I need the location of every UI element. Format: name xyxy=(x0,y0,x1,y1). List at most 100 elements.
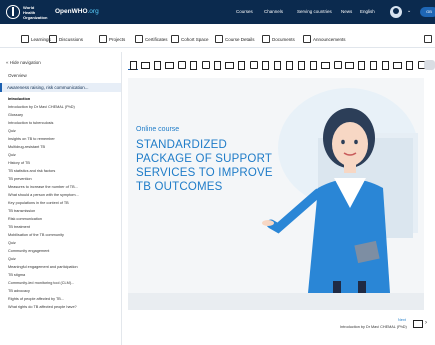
lesson-item[interactable]: TB advocacy xyxy=(8,287,118,295)
tab-cohort-label: Cohort Space xyxy=(181,36,209,42)
info-icon xyxy=(215,35,223,43)
quiz-item-icon[interactable] xyxy=(200,60,210,70)
language-selector[interactable]: English xyxy=(360,9,375,14)
text-item-icon[interactable] xyxy=(404,60,414,70)
chevron-right-icon[interactable]: › xyxy=(425,320,427,326)
video-icon[interactable] xyxy=(413,320,423,328)
lesson-item[interactable]: History of TB xyxy=(8,159,118,167)
tab-projects[interactable]: Projects xyxy=(99,34,125,44)
video-item-icon[interactable] xyxy=(140,60,150,70)
slide-title: Standardized package of support services… xyxy=(136,139,273,193)
site-title[interactable]: OpenWHO.org xyxy=(55,8,99,15)
lesson-item[interactable]: Risk communication xyxy=(8,215,118,223)
tab-cohort-space[interactable]: Cohort Space xyxy=(171,34,209,44)
text-item-icon[interactable] xyxy=(212,60,222,70)
tab-discussions[interactable]: Discussions xyxy=(49,34,83,44)
lesson-item[interactable]: Key populations in the context of TB xyxy=(8,199,118,207)
text-item-icon[interactable] xyxy=(368,60,378,70)
text-item-icon[interactable] xyxy=(236,60,246,70)
next-item-title[interactable]: Introduction by Dr Mavi CHEMAL (PhD) xyxy=(340,325,407,329)
lesson-item[interactable]: TB stigma xyxy=(8,271,118,279)
chevron-down-icon[interactable]: ⌄ xyxy=(407,8,411,14)
lesson-item[interactable]: TB prevention xyxy=(8,175,118,183)
lesson-item[interactable]: Multidrug-resistant TB xyxy=(8,143,118,151)
who-logo-icon[interactable] xyxy=(6,5,20,19)
toolbar-menu-icon[interactable] xyxy=(424,35,432,43)
lesson-item[interactable]: Introduction by Dr Mavi CHEMAL (PhD) xyxy=(8,103,118,111)
text-item-icon[interactable] xyxy=(380,60,390,70)
sidebar-section-header[interactable]: Awareness raising, risk communication... xyxy=(0,83,121,92)
slide-footer-band xyxy=(128,293,424,310)
tab-learnings-label: Learnings xyxy=(31,36,51,42)
site-name: OpenWHO xyxy=(55,8,88,15)
pager-scroll-right-button[interactable] xyxy=(424,60,435,70)
tab-course-details[interactable]: Course Details xyxy=(215,34,255,44)
lesson-item[interactable]: Glossary xyxy=(8,111,118,119)
lesson-item[interactable]: Quiz xyxy=(8,127,118,135)
lesson-list: Introduction Introduction by Dr Mavi CHEM… xyxy=(8,95,118,311)
text-item-icon[interactable] xyxy=(308,60,318,70)
lesson-item[interactable]: Quiz xyxy=(8,151,118,159)
tab-certificates-label: Certificates xyxy=(145,36,168,42)
video-item-icon[interactable] xyxy=(224,60,234,70)
text-item-icon[interactable] xyxy=(284,60,294,70)
lesson-item[interactable]: TB transmission xyxy=(8,207,118,215)
hide-navigation-label: Hide navigation xyxy=(9,60,41,65)
lesson-item[interactable]: Community engagement xyxy=(8,247,118,255)
text-item-icon[interactable] xyxy=(188,60,198,70)
next-label[interactable]: Next xyxy=(398,318,406,322)
site-suffix: .org xyxy=(87,8,99,15)
lesson-item[interactable]: What rights do TB affected people have? xyxy=(8,303,118,311)
video-item-icon[interactable] xyxy=(164,60,174,70)
chat-icon xyxy=(49,35,57,43)
tab-documents[interactable]: Documents xyxy=(262,34,295,44)
hide-navigation-button[interactable]: « Hide navigation xyxy=(6,60,41,65)
sidebar-item-overview[interactable]: Overview xyxy=(8,73,27,78)
lesson-item[interactable]: Mobilisation of the TB community xyxy=(8,231,118,239)
lesson-item[interactable]: Meaningful engagement and participation xyxy=(8,263,118,271)
tab-certificates[interactable]: Certificates xyxy=(135,34,168,44)
tab-course-details-label: Course Details xyxy=(225,36,255,42)
text-item-icon[interactable] xyxy=(272,60,282,70)
tab-announcements[interactable]: Announcements xyxy=(303,34,346,44)
item-pager xyxy=(128,58,435,72)
quiz-item-icon[interactable] xyxy=(332,60,342,70)
lesson-item[interactable]: Quiz xyxy=(8,239,118,247)
video-item-icon[interactable] xyxy=(344,60,354,70)
org-name: World Health Organization xyxy=(23,5,48,20)
nav-serving-countries[interactable]: Serving countries xyxy=(297,9,332,14)
course-toolbar: Learnings Discussions Projects Certifica… xyxy=(0,30,435,48)
text-item-icon[interactable] xyxy=(260,60,270,70)
text-item-icon[interactable] xyxy=(296,60,306,70)
lesson-item[interactable]: Community-led monitoring tool (CLM)... xyxy=(8,279,118,287)
lesson-item[interactable]: Introduction to tuberculosis xyxy=(8,119,118,127)
course-slide: Online course Standardized package of su… xyxy=(128,78,424,310)
tab-learnings[interactable]: Learnings xyxy=(21,34,51,44)
nav-news[interactable]: News xyxy=(341,9,352,14)
lesson-item[interactable]: What should a person with the symptom... xyxy=(8,191,118,199)
video-item-icon[interactable] xyxy=(320,60,330,70)
lesson-item[interactable]: Measures to increase the number of TB... xyxy=(8,183,118,191)
video-item-icon[interactable] xyxy=(392,60,402,70)
lesson-item[interactable]: Introduction xyxy=(8,95,118,103)
lesson-item[interactable]: TB treatment xyxy=(8,223,118,231)
text-item-icon[interactable] xyxy=(356,60,366,70)
quiz-item-icon[interactable] xyxy=(176,60,186,70)
user-avatar[interactable] xyxy=(390,6,402,18)
tab-documents-label: Documents xyxy=(272,36,295,42)
megaphone-icon xyxy=(303,35,311,43)
text-item-icon[interactable] xyxy=(152,60,162,70)
slide-kicker: Online course xyxy=(136,126,180,133)
lesson-item[interactable]: TB statistics and risk factors xyxy=(8,167,118,175)
nav-channels[interactable]: Channels xyxy=(264,9,283,14)
lesson-item[interactable]: Insights on TB to remember xyxy=(8,135,118,143)
presenter-illustration xyxy=(262,108,418,296)
tab-projects-label: Projects xyxy=(109,36,126,42)
quiz-item-icon[interactable] xyxy=(248,60,258,70)
user-badge[interactable]: GB xyxy=(420,7,435,17)
lesson-item[interactable]: Rights of people affected by TB... xyxy=(8,295,118,303)
pen-icon xyxy=(21,35,29,43)
lesson-item[interactable]: Quiz xyxy=(8,255,118,263)
text-item-icon[interactable] xyxy=(128,60,138,70)
nav-courses[interactable]: Courses xyxy=(236,9,253,14)
